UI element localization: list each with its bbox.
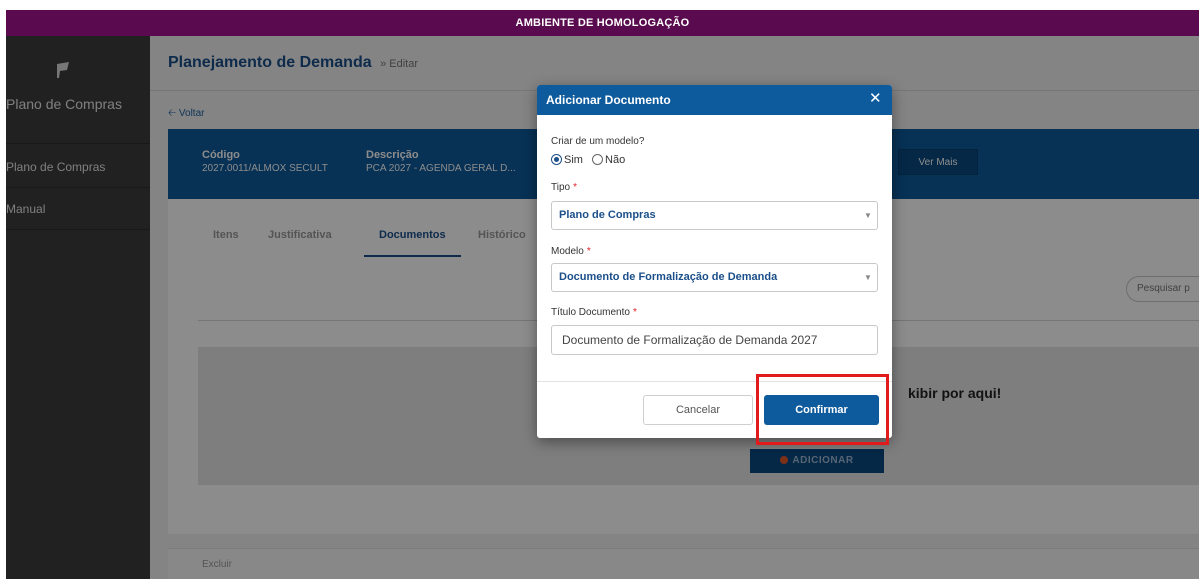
radio-checked-icon: [551, 154, 562, 165]
radio-sim[interactable]: Sim: [551, 154, 583, 166]
chevron-down-icon: ▼: [864, 273, 872, 282]
tipo-label: Tipo *: [551, 182, 577, 193]
radio-nao[interactable]: Não: [592, 154, 625, 166]
radio-unchecked-icon: [592, 154, 604, 165]
close-icon[interactable]: ✕: [869, 90, 882, 108]
tipo-select-value: Plano de Compras: [559, 209, 656, 221]
modelo-select[interactable]: Documento de Formalização de Demanda ▼: [551, 263, 878, 292]
screen: AMBIENTE DE HOMOLOGAÇÃO Plano de Compras…: [0, 0, 1199, 579]
titulo-input[interactable]: Documento de Formalização de Demanda 202…: [551, 325, 878, 355]
titulo-label-text: Título Documento: [551, 307, 630, 318]
modelo-label-text: Modelo: [551, 246, 584, 257]
tipo-select[interactable]: Plano de Compras ▼: [551, 201, 878, 230]
radio-sim-label: Sim: [564, 154, 583, 166]
screenshot-caption-strip: [0, 0, 1199, 10]
modelo-select-value: Documento de Formalização de Demanda: [559, 271, 778, 283]
model-question-label: Criar de um modelo?: [551, 136, 645, 147]
modelo-label: Modelo *: [551, 246, 591, 257]
required-mark: *: [573, 182, 577, 193]
confirm-highlight-box: [756, 374, 889, 445]
cancel-button[interactable]: Cancelar: [643, 395, 753, 425]
modal-header: Adicionar Documento ✕: [537, 85, 892, 115]
modal-title: Adicionar Documento: [546, 93, 671, 107]
required-mark: *: [586, 246, 591, 257]
environment-banner: AMBIENTE DE HOMOLOGAÇÃO: [6, 10, 1199, 36]
chevron-down-icon: ▼: [864, 211, 872, 220]
required-mark: *: [632, 307, 637, 318]
titulo-label: Título Documento *: [551, 307, 637, 318]
model-radio-group: Sim Não: [551, 154, 625, 166]
radio-nao-label: Não: [605, 154, 626, 166]
tipo-label-text: Tipo: [551, 182, 571, 193]
